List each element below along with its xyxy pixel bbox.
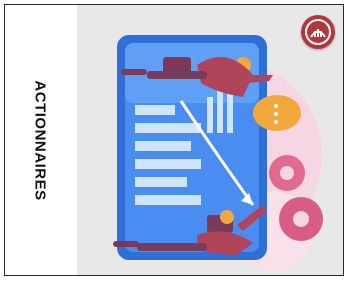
side-label: ACTIONNAIRES <box>31 79 49 201</box>
brand-logo-icon[interactable] <box>301 15 335 49</box>
chat-bubble-icon <box>253 95 301 131</box>
side-label-container: ACTIONNAIRES <box>5 5 75 275</box>
logo-inner-ring <box>305 19 331 45</box>
shareholders-presentation-illustration <box>113 35 323 271</box>
illustration-panel <box>77 5 343 275</box>
shareholders-card[interactable]: ACTIONNAIRES <box>4 4 344 276</box>
logo-mark-icon <box>310 29 326 38</box>
